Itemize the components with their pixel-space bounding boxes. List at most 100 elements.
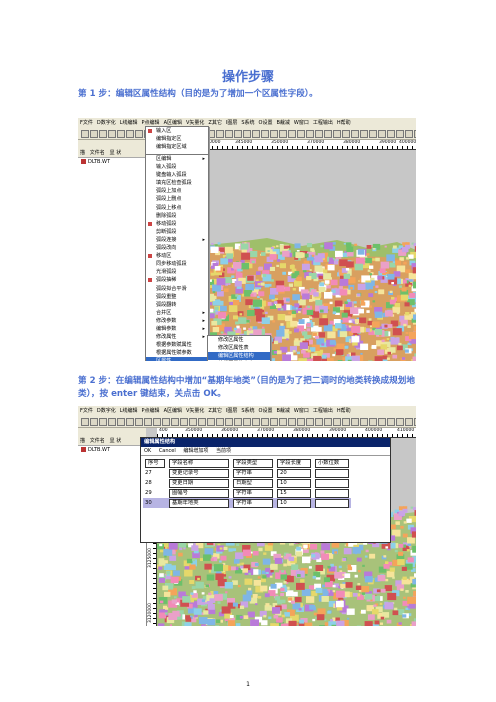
toolbar-icon[interactable] [261,418,269,426]
toolbar-icon[interactable] [369,418,377,426]
current-item-menu[interactable]: 当前项 [216,448,231,454]
toolbar-icon[interactable] [315,130,323,138]
menu-item[interactable]: 弧段改向 [146,244,208,252]
table-cell[interactable]: 变更日期 [169,478,229,488]
menu-item[interactable]: 弧段上加点 [146,187,208,195]
toolbar-icon[interactable] [81,418,89,426]
cancel-menu[interactable]: Cancel [159,448,176,454]
menu-2[interactable]: L线编辑 [118,408,140,414]
toolbar-icon[interactable] [270,130,278,138]
table-cell[interactable] [315,468,349,478]
menu-1[interactable]: D数字化 [95,408,118,414]
toolbar-icon[interactable] [342,130,350,138]
menu-4[interactable]: A区编辑 [162,408,184,414]
toolbar-icon[interactable] [387,418,395,426]
menu-item[interactable]: 合并区 [146,309,208,317]
menu-1[interactable]: D数字化 [95,120,118,126]
toolbar-icon[interactable] [297,130,305,138]
table-cell[interactable]: 20 [277,468,311,478]
ok-menu[interactable]: OK [144,448,151,454]
table-cell[interactable] [315,488,349,498]
table-cell[interactable]: 字符串 [233,488,273,498]
toolbar-icon[interactable] [378,130,386,138]
menu-item[interactable]: 弧段重整 [146,293,208,301]
table-cell[interactable] [315,478,349,488]
menu-12[interactable]: 工程输出 [311,120,335,126]
menu-11[interactable]: W窗口 [292,120,311,126]
toolbar-icon[interactable] [297,418,305,426]
menu-item[interactable]: 区属性 [146,357,208,361]
menu-item[interactable]: 键盘输入弧段 [146,171,208,179]
menu-item[interactable]: 填充区检查弧段 [146,179,208,187]
toolbar-icon[interactable] [243,418,251,426]
toolbar-icon[interactable] [360,130,368,138]
menu-item[interactable]: 编辑参数 [146,325,208,333]
toolbar-icon[interactable] [333,418,341,426]
map-view[interactable] [207,150,416,361]
layer-item[interactable]: DLTB.WT [78,446,146,455]
toolbar-icon[interactable] [351,130,359,138]
toolbar-icon[interactable] [252,130,260,138]
toolbar-icon[interactable] [306,418,314,426]
menu-item[interactable]: 弧段上移点 [146,204,208,212]
toolbar-icon[interactable] [387,130,395,138]
table-row[interactable]: 28 变更日期 日期型 10 [143,478,351,488]
toolbar-icon[interactable] [288,418,296,426]
menu-13[interactable]: H帮助 [335,408,353,414]
toolbar-icon[interactable] [351,418,359,426]
menu-0[interactable]: F文件 [78,408,95,414]
menu-12[interactable]: 工程输出 [311,408,335,414]
toolbar-icon[interactable] [414,130,416,138]
menu-item[interactable]: 区编辑 [146,155,208,163]
toolbar-icon[interactable] [135,418,143,426]
toolbar-icon[interactable] [126,418,134,426]
toolbar-icon[interactable] [189,418,197,426]
menu-item[interactable]: 修改参数 [146,317,208,325]
submenu-item[interactable]: 编辑区属性结构 [208,352,270,361]
menu-item[interactable]: 弧段抽稀 [146,276,208,284]
toolbar-icon[interactable] [225,418,233,426]
toolbar-icon[interactable] [279,418,287,426]
menu-item[interactable]: 弧段上删点 [146,195,208,203]
menu-6[interactable]: Z其它 [206,408,223,414]
toolbar-icon[interactable] [216,418,224,426]
toolbar-icon[interactable] [252,418,260,426]
table-cell[interactable]: 变更记录号 [169,468,229,478]
toolbar-icon[interactable] [288,130,296,138]
toolbar-icon[interactable] [225,130,233,138]
toolbar-icon[interactable] [171,418,179,426]
menu-6[interactable]: Z其它 [206,120,223,126]
toolbar-icon[interactable] [396,130,404,138]
toolbar-icon[interactable] [153,418,161,426]
toolbar-icon[interactable] [270,418,278,426]
menu-item[interactable]: 剪断弧段 [146,228,208,236]
submenu-item[interactable]: 修改区属性表 [208,344,270,352]
submenu-item[interactable]: 修改区属性 [208,336,270,344]
toolbar-icon[interactable] [279,130,287,138]
menu-item[interactable]: 同步移动弧段 [146,260,208,268]
menu-item[interactable]: 编辑指定区域 [146,143,208,151]
toolbar-icon[interactable] [90,130,98,138]
table-cell[interactable]: 基期年地类 [169,498,229,508]
menu-9[interactable]: O设置 [257,120,275,126]
menu-0[interactable]: F文件 [78,120,95,126]
toolbar-icon[interactable] [144,418,152,426]
toolbar-icon[interactable] [216,130,224,138]
add-field-menu[interactable]: 编辑增加项 [183,448,208,454]
menu-item[interactable]: 输入弧段 [146,163,208,171]
toolbar-icon[interactable] [207,418,215,426]
menu-item[interactable]: 输入区 [146,127,208,135]
table-cell[interactable]: 15 [277,488,311,498]
toolbar-icon[interactable] [135,130,143,138]
toolbar-icon[interactable] [360,418,368,426]
toolbar-icon[interactable] [234,130,242,138]
toolbar-icon[interactable] [369,130,377,138]
toolbar-icon[interactable] [261,130,269,138]
toolbar-icon[interactable] [324,130,332,138]
toolbar-icon[interactable] [306,130,314,138]
table-cell[interactable]: 字符串 [233,498,273,508]
menu-5[interactable]: V矢量化 [184,408,206,414]
toolbar-icon[interactable] [234,418,242,426]
table-cell[interactable]: 日期型 [233,478,273,488]
toolbar-icon[interactable] [99,418,107,426]
